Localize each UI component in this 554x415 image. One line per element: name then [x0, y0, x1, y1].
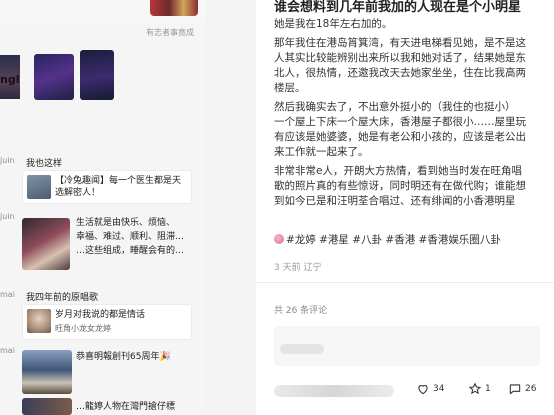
post-tags[interactable]: #龙婷 #港星 #八卦 #香港 #香港娱乐圈八卦	[274, 232, 501, 247]
post-tags-text[interactable]: #龙婷 #港星 #八卦 #香港 #香港娱乐圈八卦	[286, 234, 501, 246]
feed-item-text-line: 恭喜明報創刊65周年🎉	[76, 352, 171, 362]
feed-item-card[interactable]: 【冷兔趣闻】每一个医生都是天选解密人！	[22, 170, 192, 204]
feed-item[interactable]: …龍婷人物在灣門搶仔標	[0, 398, 206, 415]
feed-item-card-subtitle: 旺角小龙女龙婷	[55, 324, 111, 333]
feed-item-text: 生活就是由快乐、烦恼、 幸福、难过、顺利、阻滞… …这些组成，睡醒会有的…	[76, 216, 196, 258]
feed-item[interactable]: juin 生活就是由快乐、烦恼、 幸福、难过、顺利、阻滞… …这些组成，睡醒会有…	[0, 212, 206, 278]
divider	[256, 282, 554, 283]
feed-item-thumbnail[interactable]	[22, 398, 72, 415]
post-paragraph-line: 北人，很热情，还邀我改天去她家坐坐，住在比我高两	[274, 67, 526, 79]
post-paragraph-line: 到如今已是和汪明荃合唱过、还有绯闻的小香港明星	[274, 195, 516, 207]
feed-item-text: …龍婷人物在灣門搶仔標	[76, 400, 196, 414]
feed-item-text-line: 幸福、难过、顺利、阻滞…	[76, 232, 185, 242]
feed-item-text-line: …龍婷人物在灣門搶仔標	[76, 402, 176, 412]
like-count: 34	[433, 384, 445, 394]
feed-item-tag: mai	[0, 346, 15, 355]
ad-note: 有志者事竟成	[146, 28, 194, 37]
feed-item-thumbnail	[27, 175, 51, 199]
post-paragraph-line: 那年我住在港岛筲箕湾，有天进电梯看见她，是不是这	[274, 37, 526, 49]
post-panel: 谁会想料到几年前我加的人现在是个小明星 她是我在18年左右加的。 那年我住在港岛…	[256, 0, 554, 415]
post-title: 谁会想料到几年前我加的人现在是个小明星	[274, 0, 522, 15]
feed-top-thumbnail[interactable]	[150, 0, 198, 16]
feed-item-title: 我四年前的原唱歌	[26, 293, 99, 303]
post-paragraph-line: 她是我在18年左右加的。	[274, 18, 393, 30]
feed-item-card[interactable]: 岁月对我说的都是情话 旺角小龙女龙婷	[22, 304, 192, 340]
post-paragraph-line: 人其实比较能辨别出来所以我和她对话了，结果她是东	[274, 52, 526, 64]
feed-item-card-text: 【冷兔趣闻】每一个医生都是天选解密人！	[55, 176, 182, 198]
feed-item[interactable]: mai 我四年前的原唱歌 岁月对我说的都是情话 旺角小龙女龙婷	[0, 284, 206, 340]
post-paragraph-line: 楼层。	[274, 82, 306, 94]
blurred-comment	[280, 344, 324, 354]
star-icon	[468, 382, 482, 395]
collect-button[interactable]: 1	[468, 382, 491, 396]
comment-count-small: 26	[525, 384, 537, 394]
cat-emoji-icon	[274, 234, 284, 244]
post-paragraph-line: 一个屋上下床一个屋大床，香港屋子都很小……屋里玩	[274, 116, 526, 128]
group-photo[interactable]	[22, 350, 72, 394]
like-button[interactable]: 34	[416, 382, 444, 396]
action-bar: 34 1 26	[256, 370, 554, 415]
feed-item-text-line: 生活就是由快乐、烦恼、	[76, 218, 176, 228]
feed-column: 有志者事竟成 ngl juin 我也这样 【冷兔趣闻】每一个医生都是天选解密人！…	[0, 0, 206, 415]
feed-item-thumbnail	[27, 309, 51, 333]
post-paragraph-line: 有应该是她婆婆，她是有老公和小孩的，应该是老公出	[274, 131, 526, 143]
blurred-input[interactable]	[274, 385, 394, 397]
post-paragraph-line: 非常非常e人，开朗大方热情，看到她当时发在旺角唱	[274, 165, 522, 177]
comment-count: 共 26 条评论	[274, 306, 328, 316]
feed-item-tag: juin	[0, 212, 15, 221]
post-body: 她是我在18年左右加的。 那年我住在港岛筲箕湾，有天进电梯看见她，是不是这 人其…	[274, 17, 554, 209]
profile-name: ngl	[0, 73, 20, 86]
post-meta: 3 天前 辽宁	[274, 263, 322, 273]
concert-thumbnail-2[interactable]	[80, 50, 114, 100]
feed-item[interactable]: mai 恭喜明報創刊65周年🎉	[0, 346, 206, 396]
concert-thumbnail[interactable]	[34, 54, 74, 100]
collect-count: 1	[485, 384, 491, 394]
post-paragraph-line: 来工作就一起来了。	[274, 146, 369, 158]
feed-item-card-text: 岁月对我说的都是情话	[55, 310, 146, 320]
flower-photo[interactable]	[22, 218, 70, 270]
feed-item-text-line: …这些组成，睡醒会有的…	[76, 246, 185, 256]
feed-item[interactable]: juin 我也这样 【冷兔趣闻】每一个医生都是天选解密人！	[0, 150, 206, 210]
heart-icon	[418, 385, 428, 395]
feed-item-tag: juin	[0, 156, 15, 165]
feed-item-text: 恭喜明報創刊65周年🎉	[76, 350, 196, 364]
post-paragraph-line: 然后我确实去了，不出意外挺小的（我住的也挺小）	[274, 101, 516, 113]
comment-button[interactable]: 26	[508, 382, 536, 396]
comment-icon	[509, 384, 521, 395]
feed-item-tag: mai	[0, 290, 15, 299]
post-paragraph-line: 歌的照片真的有些惊讶，同时明还有在做代购；谁能想	[274, 180, 526, 192]
feed-item-title: 我也这样	[26, 159, 63, 169]
